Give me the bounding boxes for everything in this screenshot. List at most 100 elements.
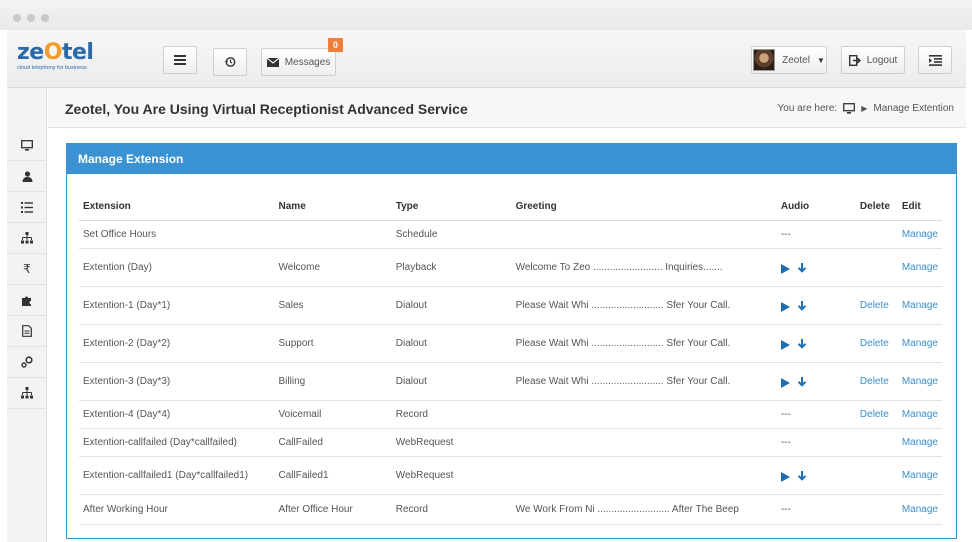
indent-toggle-button[interactable]: [918, 46, 952, 74]
greeting-cell: [511, 220, 777, 249]
greeting-cell: [511, 428, 777, 457]
column-header-greeting: Greeting: [511, 193, 777, 221]
column-header-delete: Delete: [855, 193, 898, 221]
page-header: Zeotel, You Are Using Virtual Receptioni…: [48, 88, 966, 128]
window-dot-icon[interactable]: [41, 14, 49, 22]
extensions-table: Extension Name Type Greeting Audio Delet…: [79, 193, 942, 525]
user-menu-button[interactable]: Zeotel ▼: [751, 46, 827, 74]
sidebar-item-billing[interactable]: ₹: [7, 254, 47, 285]
column-header-type: Type: [391, 193, 512, 221]
sidebar-item-plugins[interactable]: [7, 285, 47, 316]
sidebar-item-reports[interactable]: [7, 316, 47, 347]
monitor-icon: [21, 139, 33, 151]
window-dot-icon[interactable]: [13, 14, 21, 22]
caret-down-icon: ▼: [816, 55, 825, 65]
logout-button[interactable]: Logout: [841, 46, 905, 74]
logo-tagline: cloud telephony for business: [17, 65, 87, 71]
table-row: Extention-2 (Day*2) Support Dialout Please …: [79, 324, 942, 363]
hierarchy-icon: [21, 387, 33, 399]
table-header-row: Extension Name Type Greeting Audio Delet…: [79, 193, 942, 221]
audio-controls: [780, 471, 807, 482]
edit-cell: Manage: [897, 286, 942, 325]
monitor-icon[interactable]: [843, 103, 856, 114]
download-icon[interactable]: [797, 301, 807, 312]
sidebar: ₹: [7, 88, 47, 542]
edit-cell: Manage: [897, 494, 942, 525]
table-row: Extention (Day) Welcome Playback Welcome To…: [79, 248, 942, 287]
sidebar-item-dashboard[interactable]: [7, 130, 47, 161]
download-icon[interactable]: [797, 263, 807, 274]
sidebar-item-users[interactable]: [7, 161, 47, 192]
sidebar-item-settings[interactable]: [7, 347, 47, 378]
extension-cell: Extention (Day): [79, 248, 275, 287]
envelope-icon: [266, 57, 279, 67]
window-dot-icon[interactable]: [27, 14, 35, 22]
type-cell: Dialout: [391, 324, 512, 363]
page-title: Zeotel, You Are Using Virtual Receptioni…: [65, 101, 468, 117]
manage-link[interactable]: Manage: [902, 437, 938, 448]
panel-title: Manage Extension: [67, 144, 956, 174]
column-header-edit: Edit: [897, 193, 942, 221]
delete-link[interactable]: Delete: [860, 376, 889, 387]
puzzle-icon: [22, 296, 31, 306]
audio-cell: ---: [776, 220, 856, 249]
column-header-name: Name: [274, 193, 392, 221]
play-icon[interactable]: [780, 471, 790, 482]
menu-toggle-button[interactable]: [163, 46, 197, 74]
sitemap-icon: [21, 232, 33, 244]
download-icon[interactable]: [797, 377, 807, 388]
audio-controls: [780, 301, 807, 312]
type-cell: WebRequest: [391, 428, 512, 457]
sidebar-item-structure[interactable]: [7, 223, 47, 254]
extension-cell: Extention-callfailed1 (Day*callfailed1): [79, 456, 275, 495]
hamburger-icon: [174, 55, 186, 65]
play-icon[interactable]: [780, 339, 790, 350]
manage-link[interactable]: Manage: [902, 504, 938, 515]
download-icon[interactable]: [797, 471, 807, 482]
manage-link[interactable]: Manage: [902, 338, 938, 349]
name-cell: [274, 220, 392, 249]
extension-cell: Extention-1 (Day*1): [79, 286, 275, 325]
rupee-icon: ₹: [23, 262, 31, 276]
manage-link[interactable]: Manage: [902, 300, 938, 311]
name-cell: After Office Hour: [274, 494, 392, 525]
sidebar-item-list[interactable]: [7, 192, 47, 223]
audio-cell: [776, 286, 856, 325]
manage-link[interactable]: Manage: [902, 229, 938, 240]
download-icon[interactable]: [797, 339, 807, 350]
audio-cell: ---: [776, 400, 856, 429]
greeting-cell: We Work From Ni ........................…: [511, 494, 777, 525]
audio-controls: [780, 263, 807, 274]
delete-cell: Delete: [855, 362, 898, 401]
manage-link[interactable]: Manage: [902, 470, 938, 481]
history-button[interactable]: [213, 48, 247, 76]
type-cell: Schedule: [391, 220, 512, 249]
delete-link[interactable]: Delete: [860, 409, 889, 420]
extension-cell: After Working Hour: [79, 494, 275, 525]
edit-cell: Manage: [897, 220, 942, 249]
document-icon: [22, 325, 32, 337]
column-header-extension: Extension: [79, 193, 275, 221]
messages-button[interactable]: Messages 0: [261, 38, 343, 76]
sidebar-item-hierarchy[interactable]: [7, 378, 47, 409]
type-cell: Playback: [391, 248, 512, 287]
play-icon[interactable]: [780, 263, 790, 274]
breadcrumb-current[interactable]: Manage Extention: [873, 103, 954, 114]
edit-cell: Manage: [897, 456, 942, 495]
play-icon[interactable]: [780, 377, 790, 388]
manage-link[interactable]: Manage: [902, 262, 938, 273]
greeting-cell: Welcome To Zeo .........................…: [511, 248, 777, 287]
manage-link[interactable]: Manage: [902, 376, 938, 387]
logo[interactable]: zeOtel cloud telephony for business: [17, 42, 107, 78]
table-row: Extention-3 (Day*3) Billing Dialout Please …: [79, 362, 942, 401]
messages-label: Messages: [284, 56, 331, 68]
play-icon[interactable]: [780, 301, 790, 312]
delete-link[interactable]: Delete: [860, 338, 889, 349]
edit-cell: Manage: [897, 248, 942, 287]
table-row: Extention-callfailed (Day*callfailed) Cal…: [79, 428, 942, 457]
edit-cell: Manage: [897, 324, 942, 363]
audio-cell: [776, 456, 856, 495]
audio-cell: [776, 362, 856, 401]
manage-link[interactable]: Manage: [902, 409, 938, 420]
delete-link[interactable]: Delete: [860, 300, 889, 311]
